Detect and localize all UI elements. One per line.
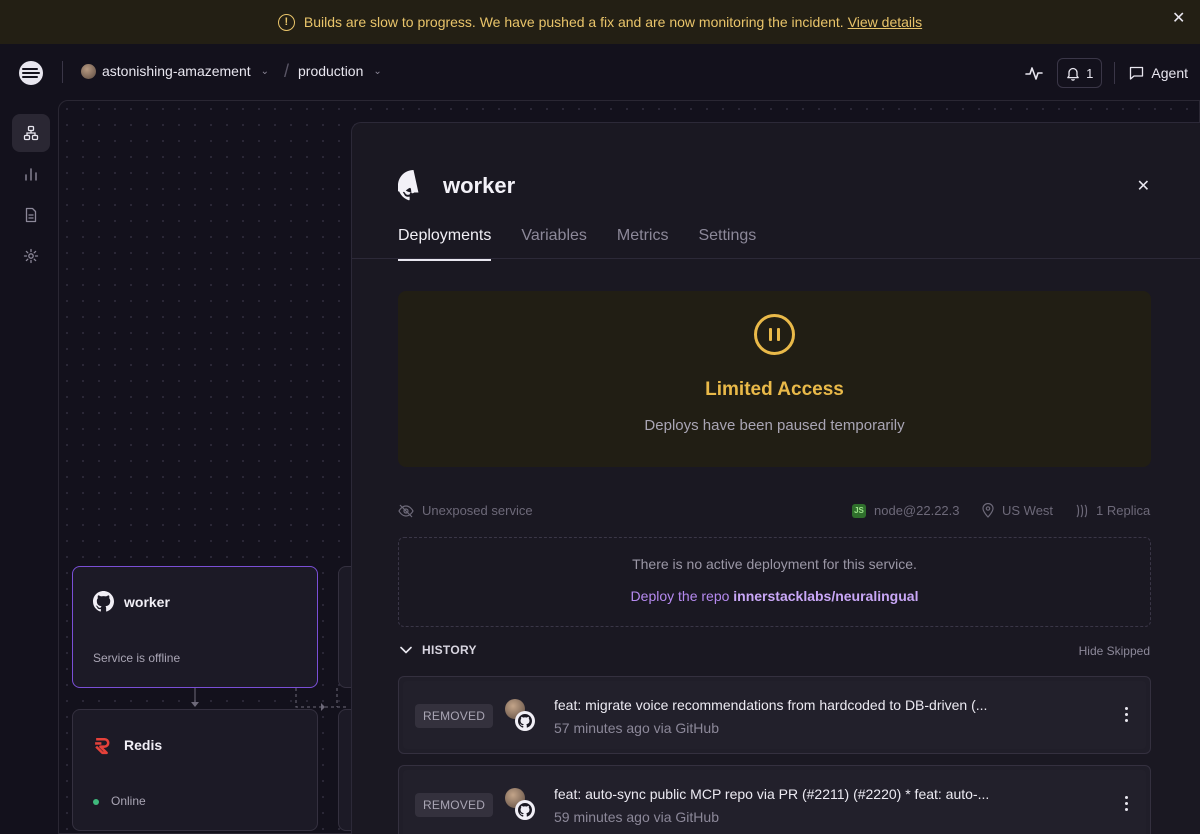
replica-count: 1 Replica <box>1096 503 1151 518</box>
nodejs-icon: JS <box>852 503 866 518</box>
exposure-label: Unexposed service <box>422 503 533 518</box>
deploy-repo-link[interactable]: Deploy the repo innerstacklabs/neuraling… <box>399 588 1150 604</box>
limited-access-notice: Limited Access Deploys have been paused … <box>398 291 1151 467</box>
chevron-down-icon <box>400 646 412 654</box>
region-label: US West <box>1002 503 1054 518</box>
sidebar <box>0 100 58 834</box>
observability-icon <box>25 168 37 181</box>
notifications-button[interactable]: 1 <box>1057 58 1103 88</box>
pause-icon <box>754 314 795 355</box>
exposure-info: Unexposed service <box>398 503 533 518</box>
nav-divider <box>62 61 63 83</box>
region-info: US West <box>982 503 1053 518</box>
close-icon[interactable]: ✕ <box>1172 11 1186 27</box>
service-panel: worker ✕ Deployments Variables Metrics S… <box>351 122 1200 834</box>
chat-icon <box>1130 66 1144 80</box>
view-details-link[interactable]: View details <box>848 14 922 30</box>
bell-icon <box>1067 67 1080 81</box>
status-badge: REMOVED <box>415 704 494 728</box>
sidebar-item-observability[interactable] <box>12 155 50 193</box>
panel-tabs: Deployments Variables Metrics Settings <box>398 227 756 261</box>
notifications-count: 1 <box>1086 65 1094 81</box>
tab-settings[interactable]: Settings <box>698 227 756 261</box>
more-options-icon[interactable] <box>1125 707 1128 722</box>
chevron-down-icon: ⌄ <box>260 65 270 77</box>
architecture-icon <box>23 125 39 141</box>
eye-off-icon <box>398 504 414 517</box>
project-selector[interactable]: astonishing-amazement ⌄ <box>81 63 269 79</box>
replica-info: 1 Replica <box>1074 503 1150 518</box>
sidebar-item-architecture[interactable] <box>12 114 50 152</box>
railway-logo-icon[interactable] <box>19 61 43 85</box>
deploy-time: 57 minutes ago via GitHub <box>554 720 719 736</box>
tab-deployments[interactable]: Deployments <box>398 227 492 261</box>
no-deployment-box: There is no active deployment for this s… <box>398 537 1151 627</box>
history-toggle[interactable]: HISTORY <box>400 643 477 657</box>
deploy-time: 59 minutes ago via GitHub <box>554 809 719 825</box>
tab-variables[interactable]: Variables <box>521 227 587 261</box>
top-nav: astonishing-amazement ⌄ / production ⌄ 1… <box>0 44 1200 100</box>
logs-icon <box>25 207 37 223</box>
sidebar-item-settings[interactable] <box>12 237 50 275</box>
sidebar-item-logs[interactable] <box>12 196 50 234</box>
tab-metrics[interactable]: Metrics <box>617 227 669 261</box>
hide-skipped-toggle[interactable]: Hide Skipped <box>1079 644 1150 658</box>
no-deployment-message: There is no active deployment for this s… <box>632 556 917 572</box>
incident-banner: ! Builds are slow to progress. We have p… <box>0 0 1200 44</box>
commit-message: feat: migrate voice recommendations from… <box>554 697 988 713</box>
project-avatar <box>81 63 96 79</box>
agent-label: Agent <box>1151 65 1188 81</box>
github-icon <box>398 170 419 201</box>
runtime-info: JS node@22.22.3 <box>852 503 960 518</box>
repo-name[interactable]: innerstacklabs/neuralingual <box>733 588 918 604</box>
history-label: HISTORY <box>422 643 477 657</box>
warning-icon: ! <box>277 13 295 31</box>
chevron-down-icon: ⌄ <box>373 65 382 77</box>
status-badge: REMOVED <box>415 793 494 817</box>
tabs-divider <box>352 258 1200 259</box>
project-name: astonishing-amazement <box>102 63 251 79</box>
deployment-row[interactable]: REMOVED feat: auto-sync public MCP repo … <box>398 765 1151 834</box>
limited-access-subtitle: Deploys have been paused temporarily <box>644 417 905 434</box>
github-icon <box>515 800 535 820</box>
settings-icon <box>23 248 39 264</box>
commit-message: feat: auto-sync public MCP repo via PR (… <box>554 786 990 802</box>
deployment-row[interactable]: REMOVED feat: migrate voice recommendati… <box>398 676 1151 754</box>
limited-access-title: Limited Access <box>705 379 844 400</box>
environment-selector[interactable]: production ⌄ <box>298 63 382 79</box>
replicas-icon <box>1076 504 1088 517</box>
activity-icon[interactable] <box>1025 64 1043 82</box>
banner-message: Builds are slow to progress. We have pus… <box>303 14 844 30</box>
panel-title: worker <box>443 172 516 198</box>
location-pin-icon <box>982 503 994 518</box>
environment-name: production <box>298 63 364 79</box>
breadcrumb-separator: / <box>284 61 290 81</box>
more-options-icon[interactable] <box>1125 796 1128 811</box>
nav-divider <box>1114 62 1116 84</box>
agent-button[interactable]: Agent <box>1129 65 1188 81</box>
github-icon <box>515 711 535 731</box>
close-icon[interactable]: ✕ <box>1137 176 1150 196</box>
runtime-version: node@22.22.3 <box>874 503 960 518</box>
